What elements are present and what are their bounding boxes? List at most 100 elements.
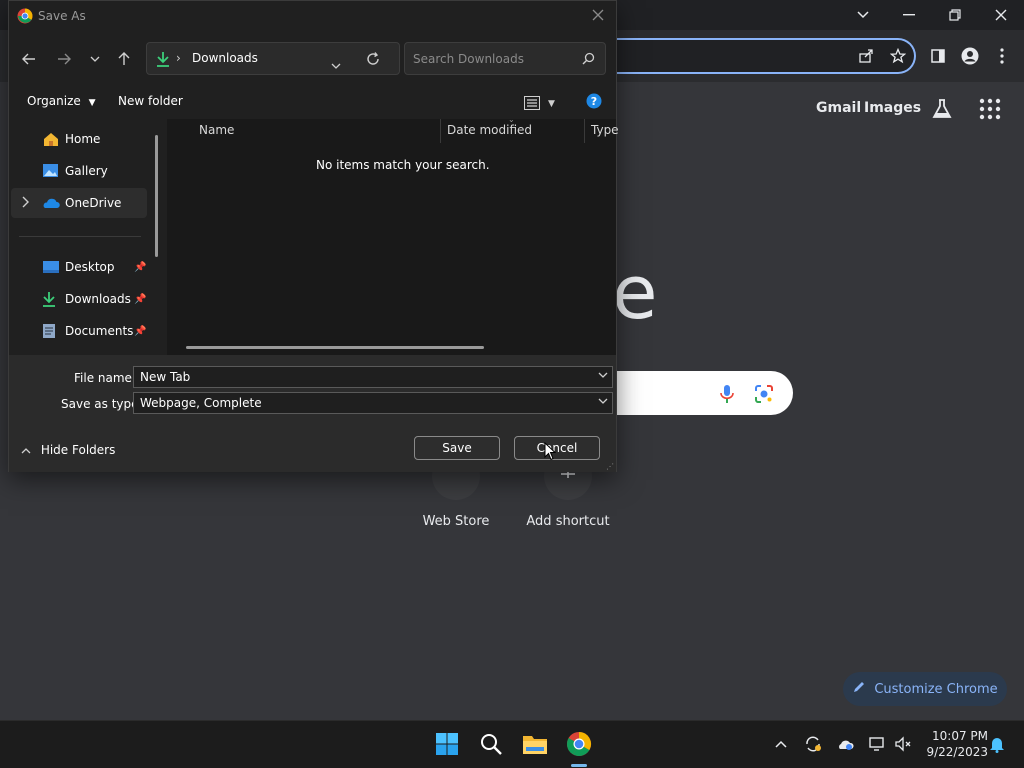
column-header-name[interactable]: Name (199, 123, 234, 137)
column-separator[interactable] (440, 119, 441, 143)
chrome-app-icon (17, 8, 33, 28)
nav-label-home: Home (65, 132, 101, 146)
back-arrow-icon[interactable] (17, 47, 41, 71)
clock-time: 10:07 PM (932, 729, 988, 743)
address-location: Downloads (192, 51, 258, 65)
tray-chevron-up-icon[interactable] (771, 734, 791, 754)
hide-folders-toggle[interactable]: Hide Folders (21, 443, 115, 457)
organize-label: Organize (27, 94, 81, 108)
mouse-cursor-icon (544, 441, 557, 465)
notification-bell-icon[interactable] (987, 734, 1007, 754)
nav-item-desktop[interactable]: Desktop 📌 (11, 252, 147, 282)
sync-icon[interactable] (803, 734, 823, 754)
chrome-taskbar-icon[interactable] (563, 728, 595, 760)
active-app-indicator (571, 764, 587, 767)
apps-grid-icon[interactable] (979, 98, 1001, 120)
nav-item-documents[interactable]: Documents 📌 (11, 316, 147, 346)
column-separator[interactable] (584, 119, 585, 143)
nav-label-documents: Documents (65, 324, 134, 338)
save-as-type-label: Save as type: (61, 397, 143, 411)
expand-chevron-icon[interactable] (22, 196, 30, 211)
nav-item-home[interactable]: Home (11, 124, 147, 154)
chrome-menu-icon[interactable] (990, 44, 1014, 68)
desktop-icon (42, 260, 60, 276)
view-chevron-icon[interactable]: ▼ (548, 99, 555, 109)
save-button[interactable]: Save (414, 436, 500, 460)
nav-item-downloads[interactable]: Downloads 📌 (11, 284, 147, 314)
nav-item-gallery[interactable]: Gallery (11, 156, 147, 186)
volume-muted-icon[interactable] (893, 734, 913, 754)
nav-divider (19, 236, 141, 237)
onedrive-tray-icon[interactable] (835, 734, 855, 754)
start-windows-icon[interactable] (431, 728, 463, 760)
file-name-input[interactable]: New Tab (133, 366, 613, 388)
nav-label-desktop: Desktop (65, 260, 115, 274)
nav-item-onedrive[interactable]: OneDrive (11, 188, 147, 218)
search-downloads-input[interactable]: Search Downloads (404, 42, 606, 75)
resize-grip-icon[interactable]: ⋰ (606, 462, 614, 471)
google-logo-fragment: e (612, 250, 658, 336)
nav-pane-scrollbar[interactable] (155, 135, 158, 257)
help-icon[interactable]: ? (586, 93, 602, 113)
save-as-type-dropdown-icon[interactable] (598, 396, 608, 407)
search-icon[interactable] (475, 728, 507, 760)
pin-icon: 📌 (134, 261, 147, 273)
lens-icon[interactable] (754, 384, 774, 404)
pin-icon: 📌 (134, 293, 147, 305)
save-as-type-select[interactable]: Webpage, Complete (133, 392, 613, 414)
pin-icon: 📌 (134, 325, 147, 337)
profile-icon[interactable] (958, 44, 982, 68)
tab-search-icon[interactable] (840, 0, 886, 30)
file-name-dropdown-icon[interactable] (598, 370, 608, 381)
close-window-icon[interactable] (978, 0, 1024, 30)
documents-icon (42, 323, 60, 339)
address-bar[interactable]: › Downloads (146, 42, 400, 75)
add-shortcut-label: Add shortcut (526, 514, 610, 529)
restore-icon[interactable] (932, 0, 978, 30)
up-arrow-icon[interactable] (112, 47, 136, 71)
breadcrumb-separator-icon: › (176, 51, 181, 65)
search-magnifier-icon (582, 52, 595, 68)
column-header-date-modified[interactable]: Date modified (447, 123, 532, 137)
save-as-type-value: Webpage, Complete (140, 396, 262, 410)
file-list-scrollbar[interactable] (186, 346, 484, 349)
forward-arrow-icon[interactable] (52, 47, 76, 71)
file-name-label: File name: (74, 371, 136, 385)
hide-folders-label: Hide Folders (40, 443, 116, 457)
minimize-icon[interactable] (886, 0, 932, 30)
empty-results-message: No items match your search. (316, 158, 490, 172)
images-link[interactable]: Images (864, 100, 921, 116)
address-dropdown-icon[interactable] (331, 54, 341, 73)
new-folder-button[interactable]: New folder (118, 94, 183, 108)
onedrive-cloud-icon (42, 197, 60, 213)
refresh-icon[interactable] (366, 51, 380, 70)
dialog-close-icon[interactable] (592, 6, 604, 25)
nav-label-gallery: Gallery (65, 164, 108, 178)
labs-flask-icon[interactable] (930, 97, 954, 121)
organize-menu[interactable]: Organize ▼ (27, 94, 96, 108)
chevron-up-icon (21, 443, 35, 457)
bookmark-star-icon[interactable] (886, 44, 910, 68)
recent-locations-chevron-icon[interactable] (83, 47, 107, 71)
save-as-dialog: Save As › Downloads Search Downloads Org… (8, 0, 619, 472)
dialog-titlebar[interactable]: Save As (9, 1, 616, 31)
nav-label-downloads: Downloads (65, 292, 131, 306)
share-icon[interactable] (854, 44, 878, 68)
taskbar-clock[interactable]: 10:07 PM 9/22/2023 (918, 728, 988, 760)
home-icon (42, 131, 60, 147)
web-store-label: Web Store (422, 514, 490, 529)
file-explorer-icon[interactable] (519, 728, 551, 760)
gmail-link[interactable]: Gmail (816, 100, 861, 116)
dialog-title: Save As (38, 9, 86, 23)
cancel-button[interactable]: Cancel (514, 436, 600, 460)
voice-search-icon[interactable] (718, 384, 736, 404)
file-name-value: New Tab (140, 370, 191, 384)
network-icon[interactable] (867, 734, 887, 754)
side-panel-icon[interactable] (926, 44, 950, 68)
clock-date: 9/22/2023 (926, 745, 988, 759)
svg-text:?: ? (591, 95, 597, 108)
view-options-icon[interactable] (524, 95, 540, 114)
customize-chrome-button[interactable]: Customize Chrome (843, 672, 1007, 706)
pencil-icon (852, 680, 866, 698)
column-header-type[interactable]: Type (591, 123, 619, 137)
